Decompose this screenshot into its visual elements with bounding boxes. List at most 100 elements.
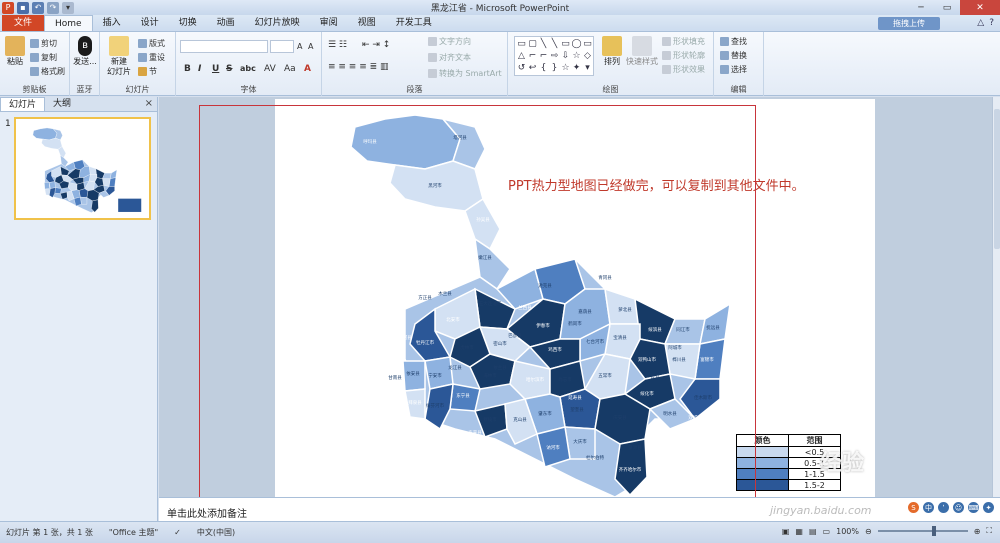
shapes-gallery[interactable]: ▭ ▢ ╲ ╲ ▭ ◯ ▭ △ ⌐ ⌐ ⇨ ⇩ ☆ ◇ ↺ ↩{} ☆ ✦ ▾ (514, 36, 594, 76)
help-icon[interactable]: ? (989, 18, 994, 28)
zoom-slider[interactable] (877, 526, 968, 536)
tab-developer[interactable]: 开发工具 (386, 15, 442, 31)
section-button[interactable]: 节 (138, 66, 157, 77)
bluetooth-send-button[interactable]: ʙ 发送... (73, 36, 97, 67)
zoom-level[interactable]: 100% (836, 527, 859, 536)
underline-button[interactable]: U (212, 64, 219, 74)
redo-icon[interactable]: ↷ (47, 1, 59, 14)
smartart-button[interactable]: 转换为 SmartArt (428, 68, 502, 79)
tab-transitions[interactable]: 切换 (169, 15, 207, 31)
binoculars-icon (720, 37, 729, 46)
spellcheck-icon[interactable]: ✓ (174, 528, 181, 537)
replace-icon (720, 51, 729, 60)
new-slide-icon (109, 36, 129, 56)
copy-button[interactable]: 复制 (30, 52, 57, 63)
tab-view[interactable]: 视图 (348, 15, 386, 31)
notes-pane[interactable]: 单击此处添加备注 S 中 ʼ ☺ ⌨ ✦ (159, 497, 1000, 521)
bullets-icon[interactable]: ☰ ☷ (328, 40, 347, 50)
clipboard-group: 粘贴 剪切 复制 格式刷 剪贴板 (0, 32, 70, 96)
strikethrough-button[interactable]: S (226, 64, 232, 74)
font-size-box[interactable] (270, 40, 294, 53)
tab-design[interactable]: 设计 (131, 15, 169, 31)
tab-review[interactable]: 审阅 (310, 15, 348, 31)
zoom-out-icon[interactable]: ⊖ (865, 527, 872, 536)
zoom-slider-knob[interactable] (931, 526, 936, 536)
shrink-font-icon[interactable]: A (308, 42, 313, 51)
select-button[interactable]: 选择 (720, 64, 747, 75)
clipboard-group-label: 剪贴板 (22, 85, 47, 94)
grow-font-icon[interactable]: A (297, 42, 302, 51)
tools-icon[interactable]: ✦ (983, 502, 994, 513)
keyboard-icon[interactable]: ⌨ (968, 502, 979, 513)
tab-home[interactable]: Home (44, 15, 93, 31)
quick-styles-icon (632, 36, 652, 56)
qat-customize-icon[interactable]: ▾ (62, 1, 74, 14)
reset-button[interactable]: 重设 (138, 52, 165, 63)
ime-icon[interactable]: S (908, 502, 919, 513)
shape-outline-button[interactable]: 形状轮廓 (662, 50, 705, 61)
cut-button[interactable]: 剪切 (30, 38, 57, 49)
zoom-in-icon[interactable]: ⊕ (974, 527, 981, 536)
font-color-icon[interactable]: A (304, 64, 311, 74)
replace-button[interactable]: 替换 (720, 50, 747, 61)
panel-close-icon[interactable]: × (145, 98, 153, 109)
punctuation-icon[interactable]: ʼ (938, 502, 949, 513)
slide-thumbnail[interactable] (14, 117, 151, 220)
scrollbar-thumb[interactable] (994, 109, 1000, 249)
maximize-button[interactable]: ▭ (934, 0, 960, 15)
replace-label: 替换 (731, 51, 747, 60)
find-button[interactable]: 查找 (720, 36, 747, 47)
text-direction-button[interactable]: 文字方向 (428, 36, 471, 47)
section-label: 节 (149, 67, 157, 76)
panel-tab-outline[interactable]: 大纲 (45, 97, 79, 111)
shadow-button[interactable]: abc (240, 64, 256, 73)
font-name-box[interactable] (180, 40, 268, 53)
effects-icon (662, 65, 671, 74)
vertical-scrollbar[interactable] (992, 97, 1000, 497)
bold-button[interactable]: B (184, 64, 191, 74)
language-status[interactable]: 中文(中国) (197, 527, 235, 538)
change-case-icon[interactable]: Aa (284, 64, 296, 74)
tab-insert[interactable]: 插入 (93, 15, 131, 31)
emoji-icon[interactable]: ☺ (953, 502, 964, 513)
selection-frame[interactable] (199, 105, 756, 511)
reading-view-icon[interactable]: ▤ (809, 527, 817, 536)
save-icon[interactable]: ▪ (17, 1, 29, 14)
theme-status[interactable]: "Office 主题" (109, 527, 158, 538)
align-icons[interactable]: ≡ ≡ ≡ ≡ ≣ ▥ (328, 62, 389, 72)
char-spacing-icon[interactable]: AV (264, 64, 276, 74)
slideshow-view-icon[interactable]: ▭ (823, 527, 831, 536)
indent-icons[interactable]: ⇤ ⇥ ↕ (362, 40, 390, 50)
paste-label: 粘贴 (7, 57, 23, 66)
minimize-ribbon-icon[interactable]: △ (977, 18, 984, 28)
format-painter-label: 格式刷 (41, 67, 65, 76)
upload-button[interactable]: 拖拽上传 (878, 17, 940, 30)
sorter-view-icon[interactable]: ▦ (795, 527, 803, 536)
shape-effects-button[interactable]: 形状效果 (662, 64, 705, 75)
layout-icon (138, 39, 147, 48)
arrange-button[interactable]: 排列 (600, 36, 624, 67)
tab-file[interactable]: 文件 (2, 15, 45, 31)
slides-group-label: 幻灯片 (125, 85, 150, 94)
ribbon-tabs: 文件 Home 插入 设计 切换 动画 幻灯片放映 审阅 视图 开发工具 拖拽上… (0, 15, 1000, 32)
undo-icon[interactable]: ↶ (32, 1, 44, 14)
fit-to-window-icon[interactable]: ⛶ (986, 526, 992, 536)
tab-animations[interactable]: 动画 (207, 15, 245, 31)
quick-access-toolbar: P ▪ ↶ ↷ ▾ (0, 1, 74, 14)
italic-button[interactable]: I (198, 64, 201, 74)
close-button[interactable]: ✕ (960, 0, 1000, 15)
align-text-button[interactable]: 对齐文本 (428, 52, 471, 63)
paste-button[interactable]: 粘贴 (4, 36, 26, 67)
notes-placeholder[interactable]: 单击此处添加备注 (167, 505, 247, 520)
quick-styles-button[interactable]: 快速样式 (626, 36, 658, 67)
format-painter-button[interactable]: 格式刷 (30, 66, 65, 77)
minimize-button[interactable]: ─ (908, 0, 934, 15)
tab-slideshow[interactable]: 幻灯片放映 (245, 15, 310, 31)
layout-button[interactable]: 版式 (138, 38, 165, 49)
panel-tab-slides[interactable]: 幻灯片 (0, 97, 46, 111)
shape-fill-button[interactable]: 形状填充 (662, 36, 705, 47)
normal-view-icon[interactable]: ▣ (782, 527, 790, 536)
editing-group: 查找 替换 选择 编辑 (714, 32, 764, 96)
ime-mode-icon[interactable]: 中 (923, 502, 934, 513)
new-slide-button[interactable]: 新建 幻灯片 (104, 36, 134, 77)
